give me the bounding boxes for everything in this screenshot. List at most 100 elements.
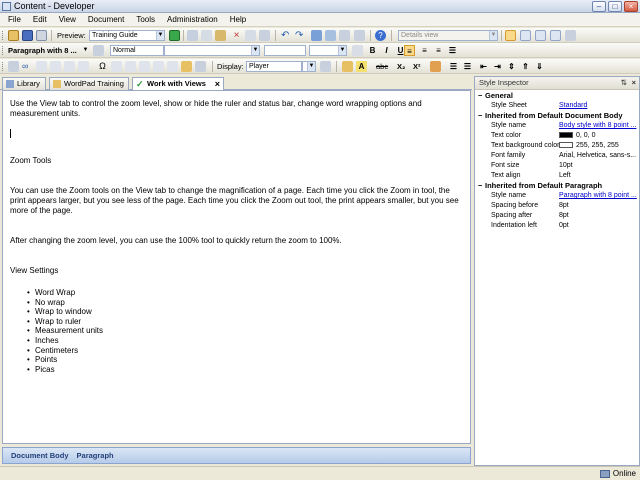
font-color-icon[interactable]: A bbox=[356, 61, 367, 72]
tab-wordpad-training[interactable]: WordPad Training bbox=[49, 77, 129, 90]
eraser-icon[interactable] bbox=[430, 61, 441, 72]
paste-icon[interactable] bbox=[215, 30, 226, 41]
document-editor[interactable]: Use the View tab to control the zoom lev… bbox=[2, 90, 471, 444]
cut-icon[interactable] bbox=[187, 30, 198, 41]
spacing-after-icon[interactable]: ⇓ bbox=[534, 61, 545, 72]
copy-icon[interactable] bbox=[201, 30, 212, 41]
section-document-body[interactable]: − Inherited from Default Document Body bbox=[475, 111, 639, 121]
lock-icon[interactable] bbox=[36, 30, 47, 41]
anchor-icon[interactable] bbox=[111, 61, 122, 72]
strikethrough-button[interactable]: abc bbox=[376, 61, 388, 72]
tab-work-with-views[interactable]: ✓ Work with Views × bbox=[132, 77, 224, 91]
source-view-icon[interactable] bbox=[535, 30, 546, 41]
display-settings-icon[interactable] bbox=[320, 61, 331, 72]
undo-icon[interactable]: ↶ bbox=[281, 30, 292, 41]
close-tab-icon[interactable]: × bbox=[215, 78, 220, 90]
unlink-icon[interactable] bbox=[325, 30, 336, 41]
maximize-button[interactable]: □ bbox=[608, 1, 622, 12]
collapse-icon[interactable]: − bbox=[478, 181, 485, 191]
condition-icon[interactable] bbox=[167, 61, 178, 72]
redo-icon[interactable]: ↷ bbox=[295, 30, 306, 41]
italic-button[interactable]: I bbox=[381, 45, 392, 56]
delete-icon[interactable]: × bbox=[231, 30, 242, 41]
collapse-icon[interactable]: − bbox=[478, 111, 485, 121]
style-picker-icon[interactable] bbox=[93, 45, 104, 56]
close-panel-icon[interactable]: × bbox=[632, 77, 636, 89]
save-icon[interactable] bbox=[22, 30, 33, 41]
body-style-link[interactable]: Body style with 8 point ... bbox=[559, 121, 639, 131]
frame-icon[interactable] bbox=[78, 61, 89, 72]
assign-icon[interactable] bbox=[181, 61, 192, 72]
subscript-button[interactable]: X₂ bbox=[397, 61, 405, 72]
spacing-icon[interactable]: ⇕ bbox=[506, 61, 517, 72]
minimize-button[interactable]: – bbox=[592, 1, 606, 12]
options-icon[interactable] bbox=[565, 30, 576, 41]
split-view-icon[interactable] bbox=[520, 30, 531, 41]
menu-file[interactable]: File bbox=[2, 13, 27, 27]
font-size-select[interactable] bbox=[264, 45, 306, 56]
align-right-icon[interactable]: ≡ bbox=[433, 45, 444, 56]
menu-help[interactable]: Help bbox=[224, 13, 252, 27]
help-icon[interactable]: ? bbox=[375, 30, 386, 41]
duplicate-icon[interactable] bbox=[245, 30, 256, 41]
go-preview-icon[interactable] bbox=[169, 30, 180, 41]
pin-icon[interactable]: ⇅ bbox=[621, 77, 627, 89]
open-folder-icon[interactable] bbox=[8, 30, 19, 41]
display-dropdown[interactable]: ▼ bbox=[302, 61, 316, 72]
preview-select[interactable]: Training Guide ▼ bbox=[89, 30, 165, 41]
list-item: Word Wrap bbox=[27, 288, 463, 298]
section-paragraph[interactable]: − Inherited from Default Paragraph bbox=[475, 181, 639, 191]
spacing-before-icon[interactable]: ⇑ bbox=[520, 61, 531, 72]
align-justify-icon[interactable]: ☰ bbox=[447, 45, 458, 56]
align-center-icon[interactable]: ≡ bbox=[419, 45, 430, 56]
toolbar-grip[interactable] bbox=[2, 31, 5, 40]
collapse-icon[interactable]: − bbox=[478, 91, 485, 101]
link-icon[interactable] bbox=[311, 30, 322, 41]
menu-administration[interactable]: Administration bbox=[161, 13, 224, 27]
tab-library[interactable]: Library bbox=[2, 77, 46, 90]
symbol-icon[interactable]: Ω bbox=[97, 61, 108, 72]
paragraph-style-link[interactable]: Paragraph with 8 point ... bbox=[559, 191, 639, 201]
glossary-icon[interactable] bbox=[125, 61, 136, 72]
highlight-icon[interactable] bbox=[342, 61, 353, 72]
table-icon[interactable] bbox=[8, 61, 19, 72]
layout-view-icon[interactable] bbox=[505, 30, 516, 41]
clear-format-icon[interactable] bbox=[352, 45, 363, 56]
media-icon[interactable] bbox=[50, 61, 61, 72]
bold-button[interactable]: B bbox=[367, 45, 378, 56]
menu-tools[interactable]: Tools bbox=[130, 13, 161, 27]
menu-document[interactable]: Document bbox=[82, 13, 130, 27]
paragraph-style-select[interactable]: Paragraph with 8 ... bbox=[8, 45, 77, 56]
chevron-down-icon[interactable]: ▼ bbox=[80, 45, 91, 56]
superscript-button[interactable]: X² bbox=[413, 61, 421, 72]
font-color-select[interactable]: ▼ bbox=[309, 45, 347, 56]
breadcrumb-document-body[interactable]: Document Body bbox=[11, 451, 69, 460]
preview-pane-icon[interactable] bbox=[195, 61, 206, 72]
close-button[interactable]: × bbox=[624, 1, 638, 12]
menu-view[interactable]: View bbox=[53, 13, 82, 27]
bulleted-list-icon[interactable]: ☰ bbox=[462, 61, 473, 72]
preview-view-icon[interactable] bbox=[550, 30, 561, 41]
toolbar-grip[interactable] bbox=[2, 62, 5, 71]
image-icon[interactable] bbox=[36, 61, 47, 72]
variable-icon[interactable] bbox=[139, 61, 150, 72]
properties-icon[interactable] bbox=[259, 30, 270, 41]
char-style-select[interactable]: Normal bbox=[110, 45, 164, 56]
display-select[interactable]: Player bbox=[246, 61, 302, 72]
breadcrumb-paragraph[interactable]: Paragraph bbox=[77, 451, 114, 460]
hyperlink-icon[interactable]: ∞ bbox=[22, 61, 33, 72]
align-left-icon[interactable]: ≡ bbox=[404, 45, 415, 56]
menu-edit[interactable]: Edit bbox=[27, 13, 53, 27]
grid-icon[interactable] bbox=[64, 61, 75, 72]
font-family-select[interactable]: ▼ bbox=[164, 45, 260, 56]
spellcheck-icon[interactable] bbox=[354, 30, 365, 41]
style-sheet-link[interactable]: Standard bbox=[559, 101, 639, 111]
indent-icon[interactable]: ⇥ bbox=[492, 61, 503, 72]
outdent-icon[interactable]: ⇤ bbox=[478, 61, 489, 72]
section-general[interactable]: − General bbox=[475, 91, 639, 101]
numbered-list-icon[interactable]: ☰ bbox=[448, 61, 459, 72]
snippet-icon[interactable] bbox=[153, 61, 164, 72]
find-icon[interactable] bbox=[339, 30, 350, 41]
toolbar-grip[interactable] bbox=[2, 46, 5, 55]
view-mode-select[interactable]: Details view ▼ bbox=[398, 30, 498, 41]
